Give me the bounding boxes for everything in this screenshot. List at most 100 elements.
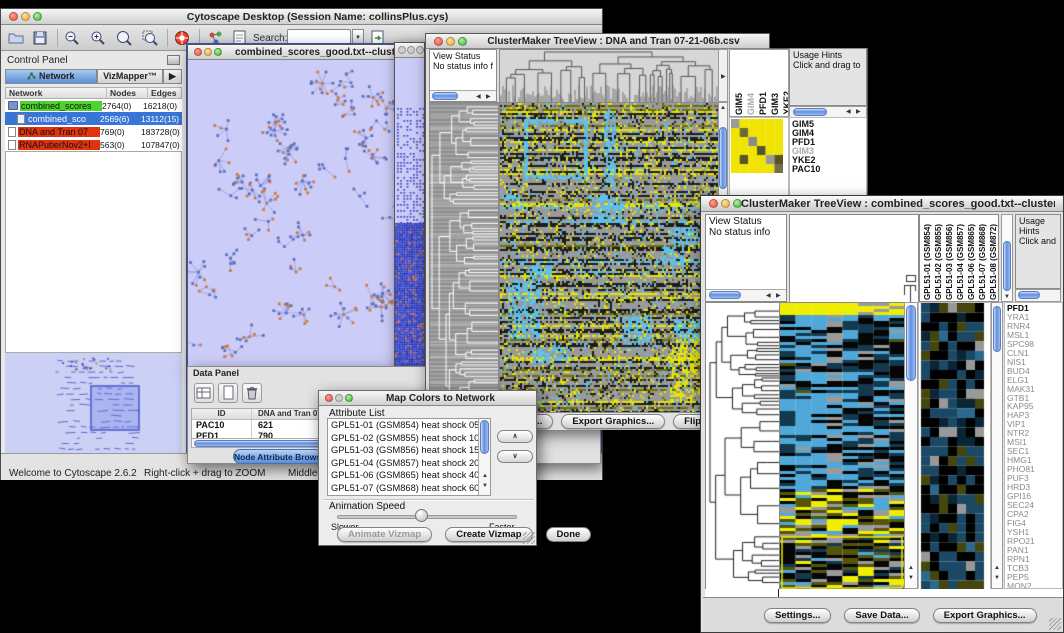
close-button[interactable] bbox=[398, 46, 406, 54]
new-attribute-icon[interactable] bbox=[218, 383, 238, 403]
scroll-right-arrow[interactable]: ▶ bbox=[856, 109, 861, 115]
scroll-up-arrow[interactable]: ▲ bbox=[482, 473, 488, 479]
background-window-titlebar[interactable] bbox=[395, 43, 424, 58]
resize-grip[interactable] bbox=[523, 532, 535, 544]
col-edges[interactable]: Edges bbox=[148, 88, 181, 98]
treeview-button[interactable]: Export Graphics... bbox=[933, 608, 1037, 623]
column-label[interactable]: GPL51-04 (GSM857) bbox=[956, 224, 965, 300]
move-down-button[interactable]: ∨ bbox=[497, 450, 533, 463]
tab-overflow-button[interactable]: ▶ bbox=[163, 69, 182, 84]
delete-attribute-icon[interactable] bbox=[242, 383, 262, 403]
scroll-arrow[interactable]: ▶ bbox=[721, 74, 726, 80]
minimize-button[interactable] bbox=[407, 46, 415, 54]
zoom-window-button[interactable] bbox=[416, 46, 424, 54]
treeview-button[interactable]: Save Data... bbox=[844, 608, 919, 623]
attribute-table-icon[interactable] bbox=[194, 383, 214, 403]
column-label[interactable]: GPL51-07 (GSM868) bbox=[978, 224, 987, 300]
network-overview-canvas[interactable] bbox=[5, 353, 182, 457]
row-dendrogram-canvas[interactable] bbox=[429, 102, 499, 414]
resize-grip[interactable] bbox=[1049, 618, 1061, 630]
column-label[interactable]: GPL51-06 (GSM865) bbox=[967, 224, 976, 300]
background-network-canvas[interactable] bbox=[395, 58, 424, 369]
scroll-left-arrow[interactable]: ◀ bbox=[766, 293, 771, 299]
global-heatmap-canvas[interactable] bbox=[499, 102, 720, 414]
column-label[interactable]: GIM3 bbox=[770, 93, 780, 115]
zoom-heatmap-canvas[interactable] bbox=[918, 302, 991, 591]
treeview-button[interactable]: Export Graphics... bbox=[561, 414, 665, 429]
minimize-button[interactable] bbox=[446, 37, 455, 46]
main-window-titlebar[interactable]: Cytoscape Desktop (Session Name: collins… bbox=[1, 9, 602, 25]
row-dendrogram-canvas[interactable] bbox=[705, 302, 781, 591]
panel-float-icon[interactable] bbox=[167, 55, 180, 65]
done-button[interactable]: Done bbox=[546, 527, 592, 542]
column-label[interactable]: GPL51-03 (GSM856) bbox=[945, 224, 954, 300]
zoom-heatmap-canvas[interactable] bbox=[731, 119, 783, 173]
scroll-down-arrow[interactable]: ▼ bbox=[1004, 294, 1010, 300]
node-attribute-browser-tab[interactable]: Node Attribute Browser bbox=[233, 449, 323, 464]
scrollbar-thumb[interactable] bbox=[709, 291, 741, 299]
scroll-up-arrow[interactable]: ▲ bbox=[994, 565, 1000, 571]
scrollbar-thumb[interactable] bbox=[432, 92, 458, 100]
column-label[interactable]: GIM5 bbox=[734, 93, 744, 115]
open-file-icon[interactable] bbox=[7, 29, 25, 47]
scroll-down-arrow[interactable]: ▼ bbox=[482, 483, 488, 489]
attribute-item[interactable]: GPL51-06 (GSM865) heat shock 40 min bbox=[328, 469, 478, 482]
dialog-titlebar[interactable]: Map Colors to Network bbox=[319, 391, 536, 406]
network-list-row[interactable]: combined_sco 2569(6) 13112(15) bbox=[5, 112, 182, 125]
scroll-right-arrow[interactable]: ▶ bbox=[486, 94, 491, 100]
network-canvas[interactable] bbox=[188, 60, 424, 370]
column-label[interactable]: PFD1 bbox=[758, 92, 768, 115]
zoom-fit-icon[interactable] bbox=[115, 29, 133, 47]
scroll-up-arrow[interactable]: ▲ bbox=[720, 105, 726, 111]
zoomview-vscrollbar[interactable]: ▲ ▼ bbox=[991, 302, 1003, 589]
scroll-right-arrow[interactable]: ▶ bbox=[776, 293, 781, 299]
save-icon[interactable] bbox=[31, 29, 49, 47]
column-scroll-strip[interactable]: ▶ bbox=[718, 49, 728, 102]
column-label[interactable]: GPL51-08 (GSM872) bbox=[989, 224, 998, 300]
tab-vizmapper[interactable]: VizMapper™ bbox=[97, 69, 163, 84]
view-status-hscrollbar[interactable]: ◀ ▶ bbox=[430, 90, 496, 101]
scrollbar-thumb[interactable] bbox=[1003, 241, 1011, 291]
network-list-row[interactable]: DNA and Tran 07 769(0) 183728(0) bbox=[5, 125, 182, 138]
id-column-header[interactable]: ID bbox=[192, 409, 252, 419]
close-button[interactable] bbox=[9, 12, 18, 21]
close-button[interactable] bbox=[325, 394, 333, 402]
network-list-row[interactable]: RNAPuberNov2+I 563(0) 107847(0) bbox=[5, 138, 182, 151]
scrollbar-thumb[interactable] bbox=[719, 127, 727, 189]
view-status-hscrollbar[interactable]: ◀ ▶ bbox=[706, 289, 786, 301]
attribute-item[interactable]: GPL51-01 (GSM854) heat shock 05 min bbox=[328, 419, 478, 432]
scrollbar-thumb[interactable] bbox=[906, 305, 916, 381]
treeview-button[interactable]: Settings... bbox=[764, 608, 831, 623]
zoom-in-icon[interactable] bbox=[89, 29, 107, 47]
animate-vizmap-button[interactable]: Animate Vizmap bbox=[337, 527, 432, 542]
zoom-window-button[interactable] bbox=[345, 394, 353, 402]
move-up-button[interactable]: ∧ bbox=[497, 430, 533, 443]
heatmap-vscrollbar[interactable]: ▲ ▼ bbox=[904, 302, 918, 589]
gene-label[interactable]: MON2 bbox=[1005, 582, 1062, 589]
minimize-button[interactable] bbox=[21, 12, 30, 21]
global-heatmap-canvas[interactable] bbox=[779, 302, 906, 591]
network-list-row[interactable]: combined_scores 2764(0) 16218(0) bbox=[5, 99, 182, 112]
attribute-item[interactable]: GPL51-07 (GSM868) heat shock 60 min bbox=[328, 482, 478, 495]
network-view-titlebar[interactable]: combined_scores_good.txt--cluste... bbox=[188, 45, 424, 60]
zoom-out-icon[interactable] bbox=[63, 29, 81, 47]
scroll-left-arrow[interactable]: ◀ bbox=[846, 109, 851, 115]
scrollbar-thumb[interactable] bbox=[480, 420, 489, 454]
split-divider[interactable] bbox=[778, 589, 779, 597]
minimize-button[interactable] bbox=[204, 48, 212, 56]
column-dendrogram-canvas[interactable] bbox=[499, 49, 720, 104]
col-nodes[interactable]: Nodes bbox=[107, 88, 148, 98]
treeview-combined-titlebar[interactable]: ClusterMaker TreeView : combined_scores_… bbox=[701, 196, 1063, 212]
column-label[interactable]: YKE2 bbox=[782, 91, 789, 115]
usage-hints-hscrollbar[interactable] bbox=[1015, 289, 1061, 302]
create-vizmap-button[interactable]: Create Vizmap bbox=[445, 527, 532, 542]
attribute-list-vscrollbar[interactable]: ▲ ▼ bbox=[478, 419, 490, 495]
close-button[interactable] bbox=[709, 199, 718, 208]
zoom-selected-icon[interactable] bbox=[141, 29, 159, 47]
scroll-down-arrow[interactable]: ▼ bbox=[908, 575, 914, 581]
attribute-item[interactable]: GPL51-02 (GSM855) heat shock 10 min bbox=[328, 432, 478, 445]
column-label[interactable]: GIM4 bbox=[746, 93, 756, 115]
column-label[interactable]: GPL51-01 (GSM854) bbox=[923, 224, 932, 300]
tab-network[interactable]: Network bbox=[5, 69, 97, 84]
minimize-button[interactable] bbox=[335, 394, 343, 402]
